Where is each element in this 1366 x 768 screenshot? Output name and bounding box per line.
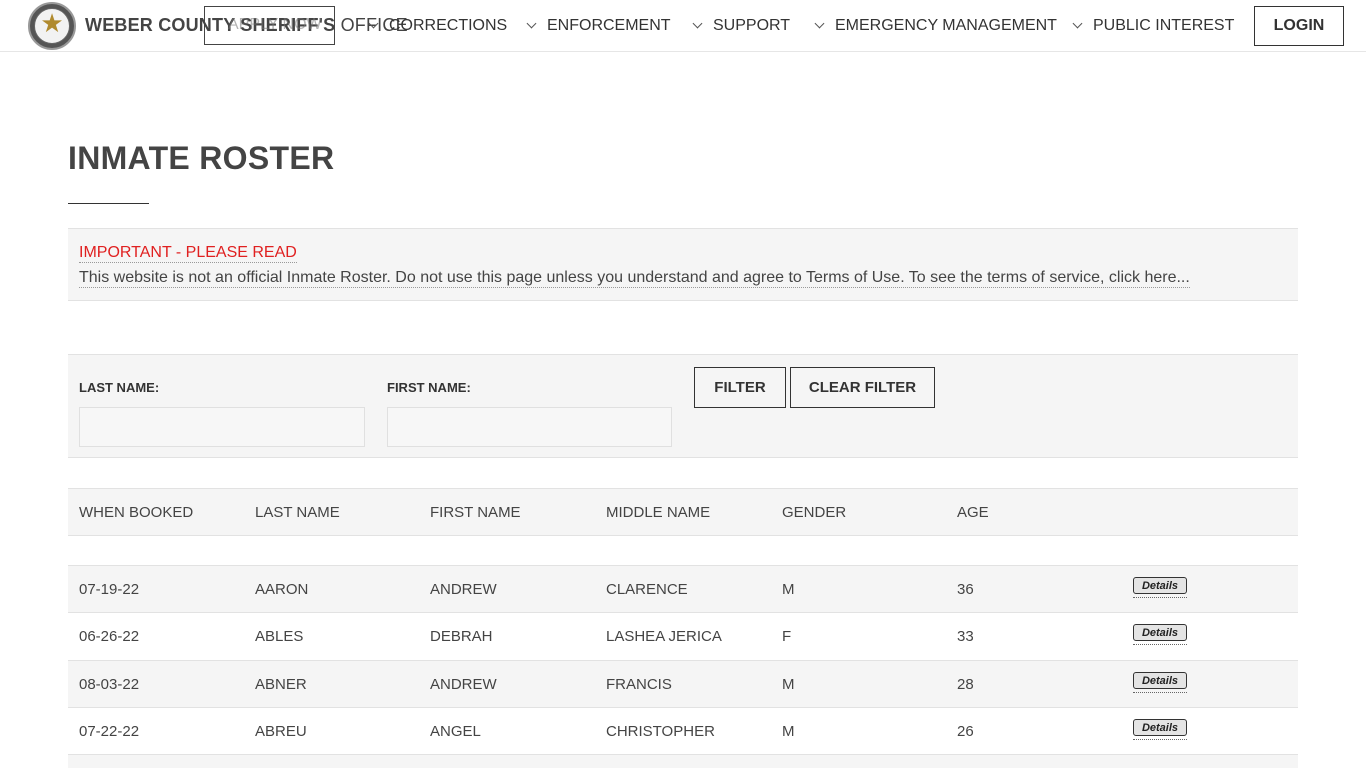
table-header: WHEN BOOKED LAST NAME FIRST NAME MIDDLE … <box>68 488 1298 536</box>
page-title: INMATE ROSTER <box>68 140 335 176</box>
cell-last-name: AARON <box>255 581 309 598</box>
first-name-input[interactable] <box>387 407 672 447</box>
cell-middle-name: LASHEA JERICA <box>606 628 722 645</box>
cell-age: 36 <box>957 581 974 598</box>
nav-label: PUBLIC INTEREST <box>1093 17 1235 34</box>
details-button[interactable]: Details <box>1133 672 1187 689</box>
cell-middle-name: FRANCIS <box>606 676 672 693</box>
cell-first-name: ANDREW <box>430 581 497 598</box>
column-header-age[interactable]: AGE <box>957 504 989 521</box>
cell-first-name: ANGEL <box>430 723 481 740</box>
cell-when-booked: 08-03-22 <box>79 676 140 693</box>
chevron-down-icon <box>1072 18 1083 29</box>
column-header-when-booked[interactable]: WHEN BOOKED <box>79 504 193 521</box>
cell-age: 28 <box>957 676 974 693</box>
nav-label: ENFORCEMENT <box>547 17 671 34</box>
filter-panel: LAST NAME: FIRST NAME: FILTER CLEAR FILT… <box>68 354 1298 458</box>
cell-gender: M <box>782 581 795 598</box>
cell-when-booked: 07-22-22 <box>79 723 140 740</box>
table-row: 07-19-22 AARON ANDREW CLARENCE M 36 Deta… <box>68 565 1298 612</box>
clear-filter-button[interactable]: CLEAR FILTER <box>790 367 935 408</box>
table-row: 07-22-22 ABREU ANGEL CHRISTOPHER M 26 De… <box>68 707 1298 754</box>
filter-button[interactable]: FILTER <box>694 367 786 408</box>
nav-item-corrections[interactable]: CORRECTIONS <box>368 17 508 35</box>
nav-label: SUPPORT <box>713 17 791 34</box>
nav-label: CORRECTIONS <box>389 17 508 34</box>
cell-first-name: DEBRAH <box>430 628 493 645</box>
nav-item-emergency-management[interactable]: EMERGENCY MANAGEMENT <box>814 17 1057 35</box>
column-header-last-name[interactable]: LAST NAME <box>255 504 340 521</box>
apply-now-label: APPLY NOW <box>228 16 322 33</box>
notice-panel: IMPORTANT - PLEASE READ This website is … <box>68 228 1298 301</box>
terms-of-use-link[interactable]: This website is not an official Inmate R… <box>79 269 1190 288</box>
details-button[interactable]: Details <box>1133 577 1187 594</box>
cell-gender: M <box>782 723 795 740</box>
cell-last-name: ABREU <box>255 723 307 740</box>
nav-item-public-interest[interactable]: PUBLIC INTEREST <box>1072 17 1235 35</box>
details-button[interactable]: Details <box>1133 624 1187 641</box>
chevron-down-icon <box>692 18 703 29</box>
sheriff-badge-icon[interactable]: ★ <box>28 2 76 50</box>
cell-when-booked: 06-26-22 <box>79 628 140 645</box>
last-name-label: LAST NAME: <box>79 380 160 395</box>
details-underline <box>1133 739 1187 740</box>
cell-first-name: ANDREW <box>430 676 497 693</box>
cell-gender: M <box>782 676 795 693</box>
cell-when-booked: 07-19-22 <box>79 581 140 598</box>
title-divider <box>68 203 149 204</box>
chevron-down-icon <box>814 18 825 29</box>
notice-heading-link[interactable]: IMPORTANT - PLEASE READ <box>79 244 297 263</box>
cell-last-name: ABLES <box>255 628 304 645</box>
details-underline <box>1133 597 1187 598</box>
last-name-input[interactable] <box>79 407 365 447</box>
column-header-middle-name[interactable]: MIDDLE NAME <box>606 504 710 521</box>
details-underline <box>1133 692 1187 693</box>
column-header-gender[interactable]: GENDER <box>782 504 846 521</box>
chevron-down-icon <box>368 18 379 29</box>
nav-item-support[interactable]: SUPPORT <box>692 17 791 35</box>
cell-middle-name: CLARENCE <box>606 581 688 598</box>
table-row: 06-26-22 ABLES DEBRAH LASHEA JERICA F 33… <box>68 612 1298 659</box>
table-row-partial <box>68 754 1298 768</box>
details-underline <box>1133 644 1187 645</box>
table-row: 08-03-22 ABNER ANDREW FRANCIS M 28 Detai… <box>68 660 1298 707</box>
column-header-first-name[interactable]: FIRST NAME <box>430 504 521 521</box>
first-name-label: FIRST NAME: <box>387 380 471 395</box>
login-button[interactable]: LOGIN <box>1254 6 1344 46</box>
badge-star-icon: ★ <box>40 9 64 39</box>
cell-gender: F <box>782 628 792 645</box>
chevron-down-icon <box>526 18 537 29</box>
nav-item-enforcement[interactable]: ENFORCEMENT <box>526 17 671 35</box>
details-button[interactable]: Details <box>1133 719 1187 736</box>
cell-age: 33 <box>957 628 974 645</box>
cell-middle-name: CHRISTOPHER <box>606 723 715 740</box>
cell-last-name: ABNER <box>255 676 307 693</box>
nav-label: EMERGENCY MANAGEMENT <box>835 17 1057 34</box>
site-header: ★ WEBER COUNTY SHERIFF'S OFFICE APPLY NO… <box>0 0 1366 52</box>
cell-age: 26 <box>957 723 974 740</box>
